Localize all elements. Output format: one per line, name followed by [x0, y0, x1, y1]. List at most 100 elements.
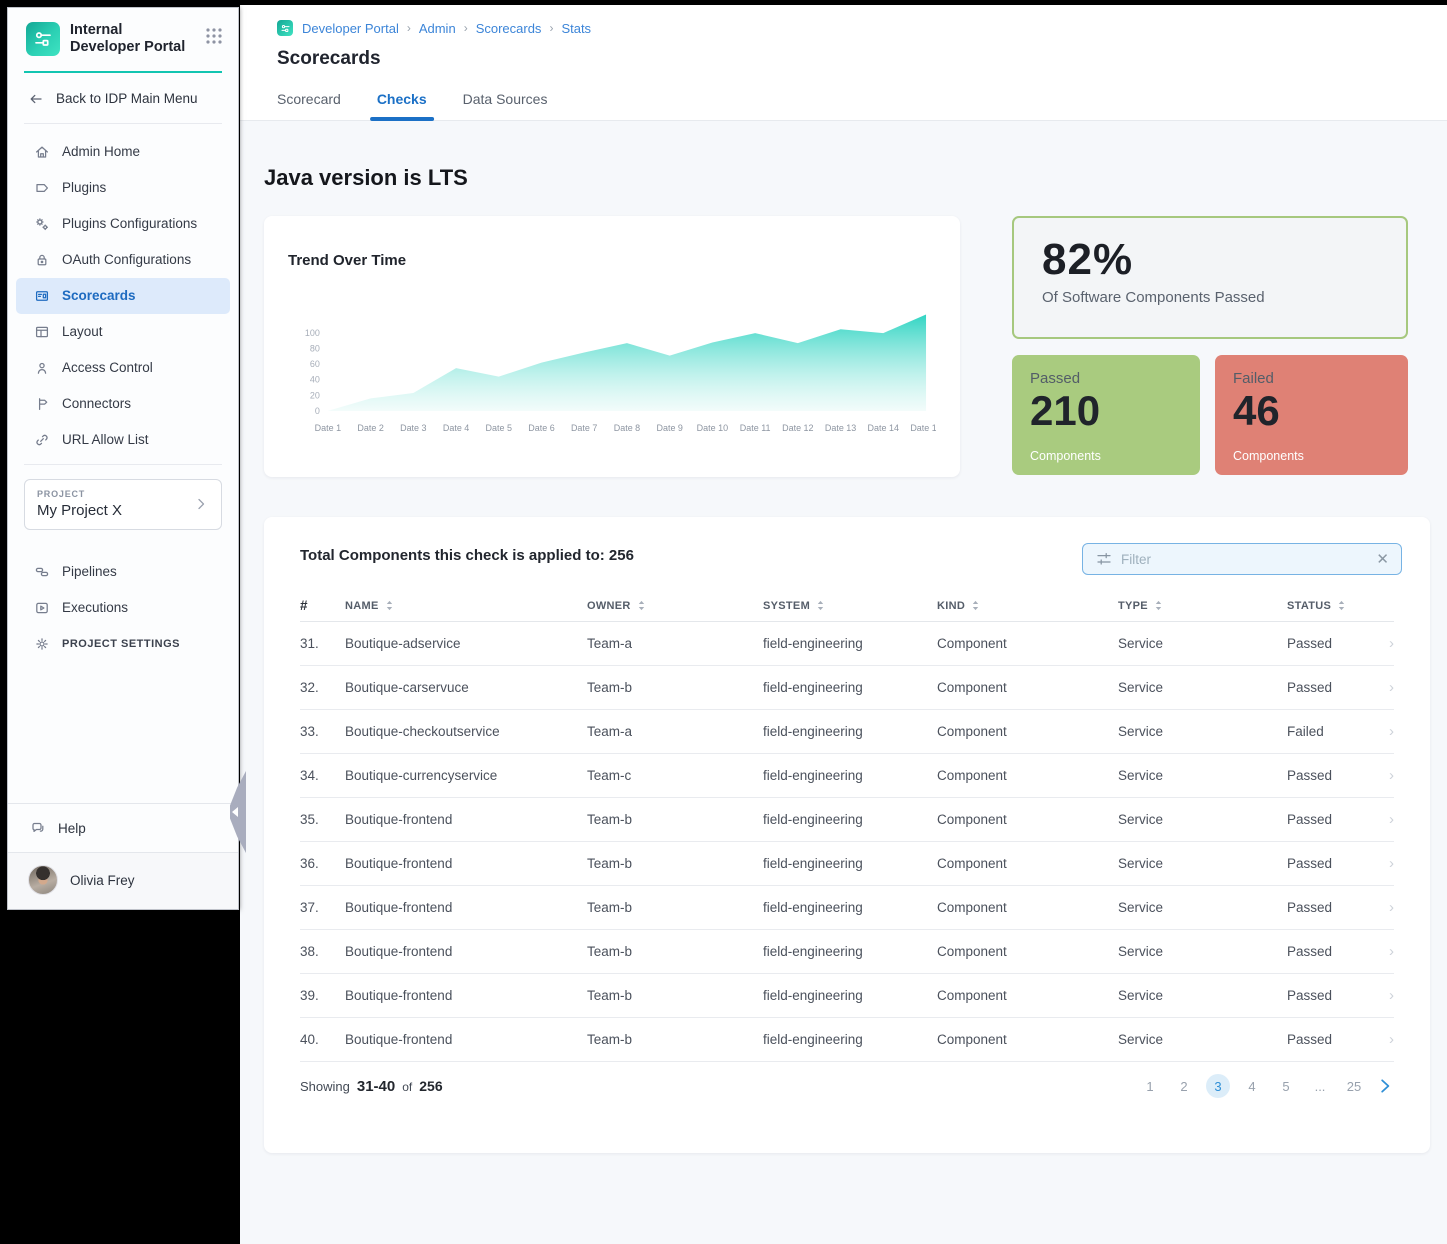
sort-icon[interactable]	[637, 599, 646, 612]
back-to-idp-link[interactable]: Back to IDP Main Menu	[8, 73, 238, 123]
column-header-owner[interactable]: OWNER	[587, 599, 763, 612]
sidebar-item-label: PROJECT SETTINGS	[62, 638, 180, 650]
arrow-left-icon	[28, 91, 44, 107]
tab-bar: Scorecard Checks Data Sources	[277, 91, 1447, 120]
breadcrumb-link-3[interactable]: Stats	[561, 21, 591, 36]
filter-sliders-icon[interactable]	[1095, 550, 1113, 568]
next-page-icon[interactable]	[1376, 1077, 1394, 1095]
trend-area-chart: 020406080100Date 1Date 2Date 3Date 4Date…	[288, 279, 936, 441]
table-row[interactable]: 38. Boutique-frontend Team-b field-engin…	[300, 930, 1394, 974]
cell-type: Service	[1118, 812, 1287, 827]
cell-system: field-engineering	[763, 680, 937, 695]
cell-owner: Team-b	[587, 680, 763, 695]
person-icon	[34, 360, 50, 376]
page-1[interactable]: 1	[1138, 1074, 1162, 1098]
percent-caption: Of Software Components Passed	[1042, 289, 1378, 306]
page-3[interactable]: 3	[1206, 1074, 1230, 1098]
breadcrumb-link-2[interactable]: Scorecards	[476, 21, 542, 36]
column-header-num[interactable]: #	[300, 598, 345, 613]
sort-icon[interactable]	[1337, 599, 1346, 612]
svg-text:60: 60	[310, 359, 320, 369]
cell-status: Passed	[1287, 636, 1370, 651]
table-row[interactable]: 35. Boutique-frontend Team-b field-engin…	[300, 798, 1394, 842]
svg-text:Date 10: Date 10	[697, 423, 728, 433]
sidebar-item-access-control[interactable]: Access Control	[16, 350, 230, 386]
sidebar-item-pipelines[interactable]: Pipelines	[16, 554, 230, 590]
filter-input[interactable]	[1113, 552, 1374, 567]
check-heading: Java version is LTS	[264, 121, 1430, 191]
page-2[interactable]: 2	[1172, 1074, 1196, 1098]
column-header-name[interactable]: NAME	[345, 599, 587, 612]
table-row[interactable]: 39. Boutique-frontend Team-b field-engin…	[300, 974, 1394, 1018]
user-menu[interactable]: Olivia Frey	[8, 852, 238, 909]
tab-data-sources[interactable]: Data Sources	[463, 91, 548, 120]
cell-type: Service	[1118, 944, 1287, 959]
column-header-status[interactable]: STATUS	[1287, 599, 1370, 612]
sort-icon[interactable]	[971, 599, 980, 612]
sort-icon[interactable]	[1154, 599, 1163, 612]
svg-text:100: 100	[305, 328, 320, 338]
table-row[interactable]: 34. Boutique-currencyservice Team-c fiel…	[300, 754, 1394, 798]
sidebar-item-label: Plugins	[62, 180, 106, 195]
table-row[interactable]: 31. Boutique-adservice Team-a field-engi…	[300, 622, 1394, 666]
chat-help-icon	[30, 820, 46, 836]
table-row[interactable]: 40. Boutique-frontend Team-b field-engin…	[300, 1018, 1394, 1062]
table-row[interactable]: 32. Boutique-carservuce Team-b field-eng…	[300, 666, 1394, 710]
tab-scorecard[interactable]: Scorecard	[277, 91, 341, 120]
sidebar-item-url-allow-list[interactable]: URL Allow List	[16, 422, 230, 458]
sidebar-item-scorecards[interactable]: Scorecards	[16, 278, 230, 314]
sidebar-item-project-settings[interactable]: PROJECT SETTINGS	[16, 626, 230, 662]
cell-name: Boutique-frontend	[345, 944, 587, 959]
sidebar-item-label: OAuth Configurations	[62, 252, 191, 267]
sidebar-item-oauth-configurations[interactable]: OAuth Configurations	[16, 242, 230, 278]
sidebar-item-executions[interactable]: Executions	[16, 590, 230, 626]
sidebar-item-plugins-configurations[interactable]: Plugins Configurations	[16, 206, 230, 242]
cell-num: 31.	[300, 636, 345, 651]
apps-grid-icon[interactable]	[204, 26, 224, 46]
sidebar: Internal Developer Portal Back to IDP Ma…	[7, 7, 239, 910]
cell-owner: Team-b	[587, 900, 763, 915]
help-button[interactable]: Help	[8, 803, 238, 852]
sidebar-item-admin-home[interactable]: Admin Home	[16, 134, 230, 170]
tab-checks[interactable]: Checks	[377, 91, 427, 120]
page-5[interactable]: 5	[1274, 1074, 1298, 1098]
idp-logo-icon	[26, 22, 60, 56]
cell-system: field-engineering	[763, 900, 937, 915]
sidebar-item-layout[interactable]: Layout	[16, 314, 230, 350]
cell-num: 40.	[300, 1032, 345, 1047]
column-header-kind[interactable]: KIND	[937, 599, 1118, 612]
passed-card: Passed 210 Components	[1012, 355, 1200, 475]
breadcrumb-link-0[interactable]: Developer Portal	[302, 21, 399, 36]
sidebar-item-connectors[interactable]: Connectors	[16, 386, 230, 422]
project-selector[interactable]: PROJECT My Project X	[24, 479, 222, 530]
breadcrumb-link-1[interactable]: Admin	[419, 21, 456, 36]
cell-name: Boutique-carservuce	[345, 680, 587, 695]
collapse-arrow-icon	[232, 807, 238, 817]
sort-icon[interactable]	[816, 599, 825, 612]
row-chevron-icon: ›	[1370, 811, 1394, 828]
filter-clear-icon[interactable]: ✕	[1374, 550, 1391, 568]
cell-num: 39.	[300, 988, 345, 1003]
column-header-system[interactable]: SYSTEM	[763, 599, 937, 612]
table-row[interactable]: 37. Boutique-frontend Team-b field-engin…	[300, 886, 1394, 930]
cell-system: field-engineering	[763, 1032, 937, 1047]
percent-passed-card: 82% Of Software Components Passed	[1012, 216, 1408, 339]
cell-owner: Team-a	[587, 636, 763, 651]
column-header-type[interactable]: TYPE	[1118, 599, 1287, 612]
page-ellipsis[interactable]: ...	[1308, 1074, 1332, 1098]
cell-num: 33.	[300, 724, 345, 739]
sidebar-item-plugins[interactable]: Plugins	[16, 170, 230, 206]
table-row[interactable]: 33. Boutique-checkoutservice Team-a fiel…	[300, 710, 1394, 754]
back-label: Back to IDP Main Menu	[56, 91, 198, 106]
cell-name: Boutique-frontend	[345, 988, 587, 1003]
sort-icon[interactable]	[385, 599, 394, 612]
sidebar-item-label: Plugins Configurations	[62, 216, 197, 231]
page-25[interactable]: 25	[1342, 1074, 1366, 1098]
cell-system: field-engineering	[763, 988, 937, 1003]
trend-chart-card: Trend Over Time 020406080100Date 1Date 2…	[264, 216, 960, 477]
svg-text:Date 3: Date 3	[400, 423, 426, 433]
cell-owner: Team-b	[587, 812, 763, 827]
table-row[interactable]: 36. Boutique-frontend Team-b field-engin…	[300, 842, 1394, 886]
cell-type: Service	[1118, 900, 1287, 915]
page-4[interactable]: 4	[1240, 1074, 1264, 1098]
